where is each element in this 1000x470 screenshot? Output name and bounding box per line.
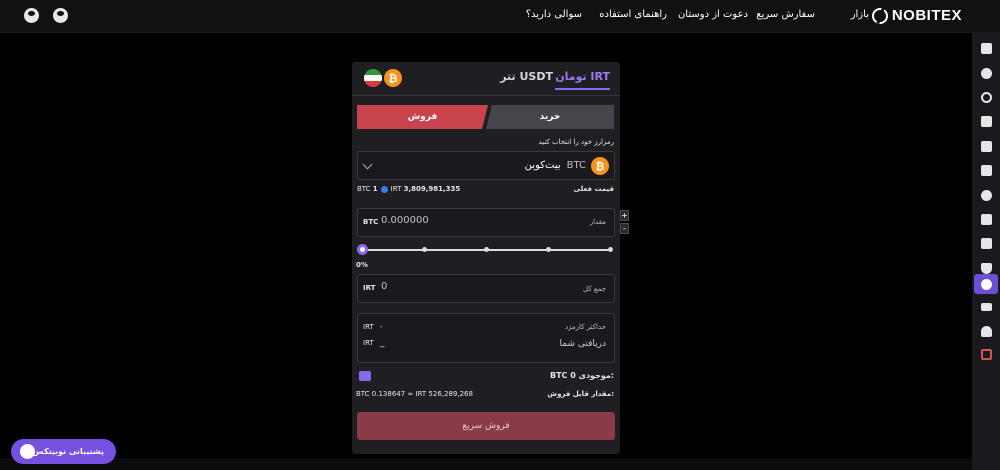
- fee-box: حداکثر کارمزد IRT - دریافتی شما IRT _: [357, 313, 615, 363]
- clipboard-icon[interactable]: [976, 160, 996, 180]
- selected-coin-icon: ₿: [591, 157, 609, 175]
- selected-currency-name: بیت‌کوین: [524, 160, 561, 171]
- wallet-icon[interactable]: [359, 371, 371, 381]
- add-user-icon[interactable]: [976, 321, 996, 341]
- iran-flag-icon: [364, 69, 382, 87]
- balance-label: موجودی:: [578, 371, 614, 380]
- bitcoin-coin-icon: ₿: [384, 69, 402, 87]
- max-fee-label: حداکثر کارمزد: [564, 323, 606, 331]
- slider-step[interactable]: [484, 247, 489, 252]
- sellable-value: BTC 0.138647 ≈ IRT 526,289,268: [356, 390, 473, 398]
- refresh-icon[interactable]: [976, 87, 996, 107]
- nav-guide[interactable]: راهنمای استفاده: [599, 9, 667, 20]
- calendar-icon[interactable]: [976, 233, 996, 253]
- current-price-label: قیمت فعلی: [573, 185, 614, 193]
- total-label: جمع کل: [583, 285, 606, 293]
- receive-label: دریافتی شما: [559, 339, 606, 349]
- support-label: پشتیبانی نوبیتکس: [32, 447, 104, 456]
- balance: BTC 0 موجودی:: [550, 371, 614, 380]
- current-price-row: قیمت فعلی BTC 1 IRT 3,809,981,335: [357, 184, 615, 196]
- chart-icon[interactable]: [976, 136, 996, 156]
- slider-handle[interactable]: [357, 244, 368, 255]
- quick-order-panel: تومان IRT تتر USDT ₿ خرید فروش رمزارز خو…: [352, 62, 629, 454]
- sell-tab-button[interactable]: فروش: [357, 105, 488, 129]
- logout-icon[interactable]: [976, 344, 996, 364]
- increment-button[interactable]: +: [620, 210, 629, 221]
- mail-icon[interactable]: [976, 297, 996, 317]
- headset-icon: [20, 444, 35, 459]
- nav-invite[interactable]: دعوت از دوستان: [678, 9, 748, 20]
- balance-value: 0: [570, 371, 576, 380]
- amount-field[interactable]: مقدار BTC 0.000000 + -: [357, 208, 629, 237]
- top-bar: NOBITEX بازار سفارش سریع دعوت از دوستان …: [0, 0, 1000, 33]
- buy-tab-button[interactable]: خرید: [486, 105, 614, 129]
- quick-sell-button[interactable]: فروش سریع: [357, 412, 615, 440]
- receive-value: _: [380, 338, 385, 348]
- support-chat-button[interactable]: پشتیبانی نوبیتکس: [11, 439, 116, 464]
- decrement-button[interactable]: -: [620, 223, 629, 234]
- amount-label: مقدار: [589, 218, 606, 226]
- tab-usdt[interactable]: تتر USDT: [500, 70, 553, 83]
- slider-percent: 0%: [356, 261, 368, 269]
- logo[interactable]: NOBITEX: [871, 7, 962, 24]
- logo-mark-icon: [871, 7, 888, 24]
- slider-step[interactable]: [608, 247, 613, 252]
- chevron-down-icon: [362, 159, 373, 170]
- slider-step[interactable]: [422, 247, 427, 252]
- amount-input[interactable]: 0.000000: [381, 215, 429, 226]
- currency-select[interactable]: ₿ بیت‌کوین BTC: [357, 151, 615, 180]
- download-icon[interactable]: [974, 274, 998, 294]
- network-icon[interactable]: [976, 63, 996, 83]
- right-sidebar: [972, 33, 1000, 470]
- amount-unit: BTC: [363, 218, 379, 226]
- currency-tabs: تومان IRT تتر USDT ₿: [352, 62, 620, 96]
- user-account-icon[interactable]: [24, 8, 39, 23]
- page-footer-strip: [0, 458, 972, 470]
- verified-icon: [380, 185, 388, 193]
- nav-quick-order[interactable]: سفارش سریع: [756, 9, 815, 20]
- profile-icon[interactable]: [976, 209, 996, 229]
- max-fee-unit: IRT: [363, 323, 374, 331]
- receive-unit: IRT: [363, 339, 374, 347]
- select-currency-label: رمزارز خود را انتخاب کنید: [538, 138, 614, 146]
- bitcoin-icon[interactable]: [976, 185, 996, 205]
- nav-faq[interactable]: سوالی دارید؟: [526, 9, 582, 20]
- selected-currency: بیت‌کوین BTC: [525, 160, 586, 171]
- total-unit: IRT: [363, 284, 376, 292]
- logo-text: NOBITEX: [891, 7, 962, 24]
- wallet-icon[interactable]: [976, 111, 996, 131]
- tab-irt[interactable]: تومان IRT: [555, 70, 610, 90]
- max-fee-value: -: [380, 323, 383, 331]
- balance-unit: BTC: [550, 371, 568, 380]
- slider-step[interactable]: [546, 247, 551, 252]
- dashboard-icon[interactable]: [976, 38, 996, 58]
- total-value: 0: [381, 281, 388, 292]
- notification-icon[interactable]: [53, 8, 68, 23]
- nav-market[interactable]: بازار: [851, 9, 869, 20]
- total-field: جمع کل IRT 0: [357, 274, 615, 303]
- sellable-label: مقدار قابل فروش:: [547, 390, 614, 398]
- selected-currency-symbol: BTC: [566, 160, 586, 171]
- current-price-value: BTC 1 IRT 3,809,981,335: [357, 185, 461, 193]
